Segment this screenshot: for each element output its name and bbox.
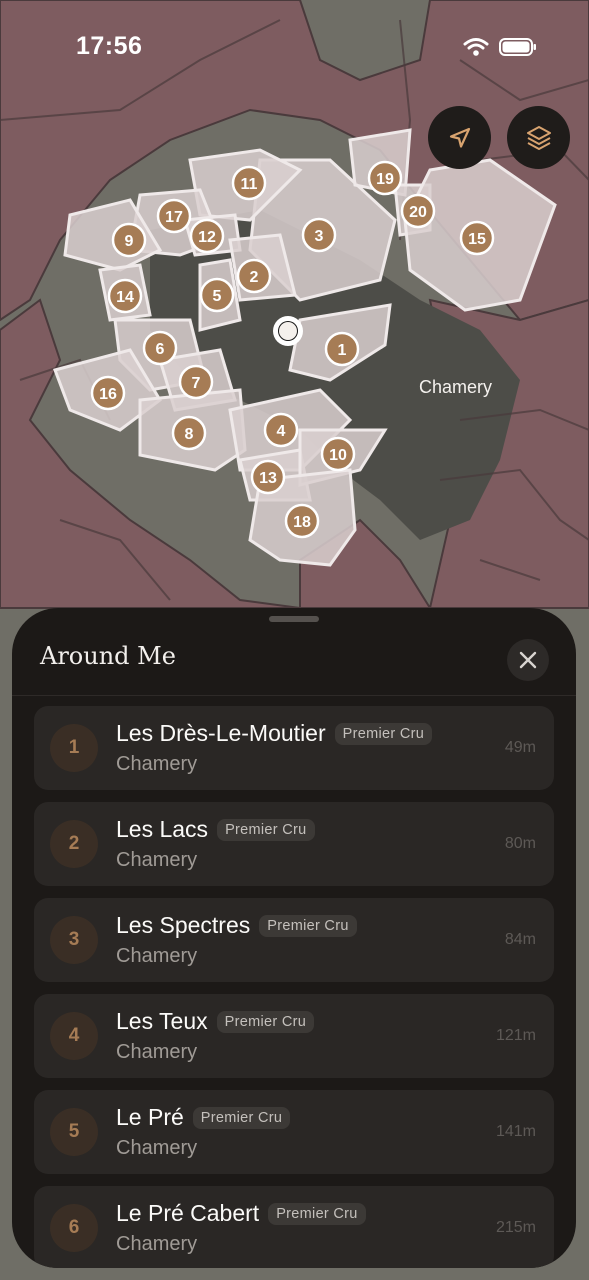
parcel-marker-label: 1 bbox=[338, 342, 347, 359]
distance: 80m bbox=[504, 835, 536, 852]
parcel-marker-label: 19 bbox=[376, 171, 394, 188]
vineyard-name: Les Spectres bbox=[116, 912, 251, 938]
vineyard-name: Le Pré Cabert bbox=[116, 1200, 260, 1226]
classification-badge: Premier Cru bbox=[217, 818, 315, 841]
wifi-icon bbox=[463, 38, 489, 56]
vineyard-name: Le Pré bbox=[116, 1104, 184, 1130]
user-location-marker bbox=[273, 316, 303, 346]
distance: 84m bbox=[504, 931, 536, 948]
parcel-marker-10[interactable]: 10 bbox=[320, 436, 356, 472]
list-item[interactable]: 3 Les Spectres Premier Cru Chamery 84m bbox=[34, 898, 554, 982]
parcel-marker-label: 17 bbox=[165, 209, 183, 226]
village-name: Chamery bbox=[116, 945, 198, 967]
rank-badge: 2 bbox=[50, 820, 98, 868]
locate-button[interactable] bbox=[428, 106, 491, 169]
divider bbox=[12, 695, 576, 696]
distance: 141m bbox=[495, 1123, 536, 1140]
village-name: Chamery bbox=[116, 1233, 198, 1255]
vineyard-name: Les Lacs bbox=[116, 816, 209, 842]
rank-badge: 3 bbox=[50, 916, 98, 964]
parcel-marker-label: 12 bbox=[198, 229, 216, 246]
close-icon bbox=[519, 651, 537, 669]
list-item[interactable]: 2 Les Lacs Premier Cru Chamery 80m bbox=[34, 802, 554, 886]
distance: 215m bbox=[495, 1219, 536, 1236]
parcel-marker-label: 2 bbox=[250, 269, 259, 286]
place-label: Chamery bbox=[419, 377, 492, 397]
parcel-marker-9[interactable]: 9 bbox=[111, 222, 147, 258]
parcel-marker-11[interactable]: 11 bbox=[231, 165, 267, 201]
classification-badge: Premier Cru bbox=[216, 1010, 315, 1033]
parcel-marker-18[interactable]: 18 bbox=[284, 503, 320, 539]
parcel-marker-16[interactable]: 16 bbox=[90, 375, 126, 411]
village-name: Chamery bbox=[116, 849, 198, 871]
parcel-marker-label: 18 bbox=[293, 514, 311, 531]
classification-badge: Premier Cru bbox=[192, 1106, 291, 1129]
list-item[interactable]: 1 Les Drès-Le-Moutier Premier Cru Chamery… bbox=[34, 706, 554, 790]
around-me-sheet: Around Me 1 Les Drès-Le-Moutier Premier C… bbox=[12, 608, 576, 1268]
parcel-marker-17[interactable]: 17 bbox=[156, 198, 192, 234]
list-item[interactable]: 6 Le Pré Cabert Premier Cru Chamery 215m bbox=[34, 1186, 554, 1268]
distance: 121m bbox=[495, 1027, 536, 1044]
status-time: 17:56 bbox=[76, 32, 143, 60]
parcel-marker-label: 7 bbox=[192, 375, 201, 392]
village-name: Chamery bbox=[116, 753, 198, 775]
layers-button[interactable] bbox=[507, 106, 570, 169]
vineyard-name: Les Drès-Le-Moutier bbox=[116, 720, 326, 746]
parcel-marker-3[interactable]: 3 bbox=[301, 217, 337, 253]
parcel-marker-5[interactable]: 5 bbox=[199, 277, 235, 313]
status-bar: 17:56 bbox=[0, 0, 589, 96]
parcel-marker-label: 4 bbox=[277, 423, 286, 440]
village-name: Chamery bbox=[116, 1137, 198, 1159]
parcel-marker-label: 5 bbox=[213, 288, 222, 305]
parcel-marker-label: 8 bbox=[185, 426, 194, 443]
parcel-marker-1[interactable]: 1 bbox=[324, 331, 360, 367]
parcel-marker-label: 3 bbox=[315, 228, 324, 245]
status-icons bbox=[463, 37, 537, 57]
parcel-marker-8[interactable]: 8 bbox=[171, 415, 207, 451]
parcel-marker-13[interactable]: 13 bbox=[250, 459, 286, 495]
rank-badge: 4 bbox=[50, 1012, 98, 1060]
parcel-marker-7[interactable]: 7 bbox=[178, 364, 214, 400]
parcel-marker-20[interactable]: 20 bbox=[400, 193, 436, 229]
classification-badge: Premier Cru bbox=[259, 914, 357, 937]
list-item[interactable]: 5 Le Pré Premier Cru Chamery 141m bbox=[34, 1090, 554, 1174]
parcel-marker-label: 13 bbox=[259, 470, 277, 487]
parcel-marker-label: 6 bbox=[156, 341, 165, 358]
location-arrow-icon bbox=[449, 127, 470, 148]
parcel-marker-14[interactable]: 14 bbox=[107, 278, 143, 314]
classification-badge: Premier Cru bbox=[268, 1202, 366, 1225]
parcel-marker-12[interactable]: 12 bbox=[189, 218, 225, 254]
vineyard-name: Les Teux bbox=[116, 1008, 208, 1034]
parcel-marker-label: 11 bbox=[241, 176, 258, 193]
parcel-marker-6[interactable]: 6 bbox=[142, 330, 178, 366]
rank-badge: 5 bbox=[50, 1108, 98, 1156]
parcel-marker-2[interactable]: 2 bbox=[236, 258, 272, 294]
parcel-marker-label: 20 bbox=[409, 204, 427, 221]
parcel-marker-label: 16 bbox=[99, 386, 117, 403]
distance: 49m bbox=[504, 739, 536, 756]
classification-badge: Premier Cru bbox=[334, 722, 433, 745]
village-name: Chamery bbox=[116, 1041, 198, 1063]
parcel-marker-label: 10 bbox=[329, 447, 347, 464]
close-button[interactable] bbox=[507, 639, 549, 681]
parcel-marker-15[interactable]: 15 bbox=[459, 220, 495, 256]
parcel-marker-label: 14 bbox=[116, 289, 134, 306]
parcel-marker-19[interactable]: 19 bbox=[367, 160, 403, 196]
rank-badge: 6 bbox=[50, 1204, 98, 1252]
layers-icon bbox=[526, 125, 551, 150]
sheet-title: Around Me bbox=[40, 642, 176, 670]
parcel-marker-4[interactable]: 4 bbox=[263, 412, 299, 448]
parcel-marker-label: 9 bbox=[125, 233, 134, 250]
battery-icon bbox=[499, 38, 536, 56]
parcel-marker-label: 15 bbox=[468, 231, 486, 248]
sheet-grabber[interactable] bbox=[269, 616, 319, 622]
list-item[interactable]: 4 Les Teux Premier Cru Chamery 121m bbox=[34, 994, 554, 1078]
rank-badge: 1 bbox=[50, 724, 98, 772]
